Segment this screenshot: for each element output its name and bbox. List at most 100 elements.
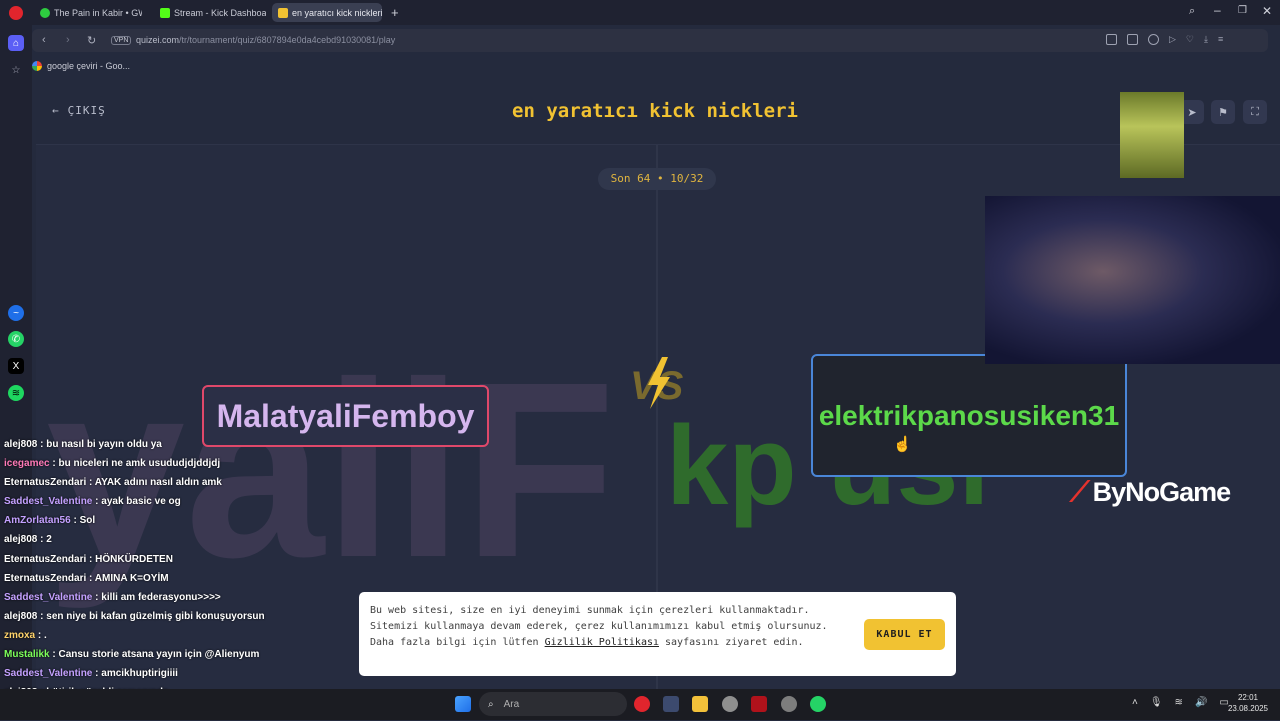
reload-icon[interactable]: ↻: [87, 34, 96, 47]
chat-text: 2: [46, 534, 52, 546]
spotify-icon: [40, 7, 50, 18]
vpn-badge[interactable]: VPN: [111, 36, 132, 45]
tab-bar: The Pain in Kabir • GW Stream - Kick Das…: [0, 0, 1280, 25]
new-tab-icon[interactable]: +: [391, 5, 399, 20]
url-path: /tr/tournament/quiz/6807894e0da4cebd9103…: [179, 35, 396, 45]
camera-icon[interactable]: [1127, 34, 1138, 45]
tab-1[interactable]: The Pain in Kabir • GW: [34, 3, 142, 22]
whatsapp-taskbar-icon[interactable]: [810, 696, 826, 712]
volume-icon[interactable]: 🔊: [1195, 697, 1207, 708]
accept-cookies-button[interactable]: KABUL ET: [864, 619, 945, 650]
option-right[interactable]: elektrikpanosusiken31: [811, 354, 1127, 477]
chevron-up-icon[interactable]: ˄: [1132, 697, 1138, 708]
close-icon[interactable]: ✕: [1262, 4, 1272, 18]
vs-icon: VS: [630, 357, 684, 409]
search-icon: ⌕: [488, 698, 494, 710]
microphone-icon[interactable]: 🎙: [1150, 697, 1163, 708]
chat-username: EternatusZendari: [4, 572, 87, 584]
bookmark-label: google çeviri - Goo...: [47, 61, 131, 71]
spotify-sidebar-icon[interactable]: ≋: [8, 385, 24, 401]
quizei-icon: [278, 7, 288, 18]
system-tray: ˄ 🎙 ≋ 🔊 ▭: [1132, 697, 1229, 708]
search-tabs-icon[interactable]: ⌕: [1189, 5, 1195, 18]
report-button[interactable]: ⚑: [1211, 100, 1235, 124]
fullscreen-button[interactable]: ⛶: [1243, 100, 1267, 124]
taskbar-clock[interactable]: 22:01 23.08.2025: [1222, 692, 1274, 714]
restore-icon[interactable]: ❐: [1238, 5, 1247, 16]
streamer-sticker: [1120, 92, 1184, 178]
option-left-label: MalatyaliFemboy: [216, 397, 475, 434]
file-explorer-icon[interactable]: [692, 696, 708, 712]
chat-text: AYAK adını nasıl aldın amk: [94, 477, 222, 489]
download-icon[interactable]: ⤓: [1204, 34, 1208, 46]
tab-label: The Pain in Kabir • GW: [54, 7, 142, 18]
chat-overlay: alej808 : bu nasıl bi yayın oldu ya icega…: [4, 435, 344, 721]
steam-icon[interactable]: [781, 696, 797, 712]
wifi-icon[interactable]: ≋: [1175, 697, 1183, 708]
chat-message: AmZorlatan56 : Sol: [4, 515, 96, 527]
home-icon[interactable]: ⌂: [8, 35, 24, 51]
kick-icon: [160, 7, 170, 18]
sponsor-label: ByNoGame: [1092, 477, 1232, 507]
bookmark-item[interactable]: google çeviri - Goo...: [32, 57, 130, 75]
url-text[interactable]: quizei.com/tr/tournament/quiz/6807894e0d…: [136, 35, 395, 45]
chat-message: Saddest_Valentine : killi am federasyonu…: [4, 591, 221, 603]
store-icon[interactable]: [663, 696, 679, 712]
chat-text: Sol: [79, 515, 96, 527]
chat-message: Mustalikk : Cansu storie atsana yayın iç…: [4, 649, 260, 661]
clock-time: 22:01: [1237, 693, 1259, 702]
chat-text: AMINA K=OYİM: [94, 572, 169, 584]
chat-username: Saddest_Valentine: [4, 591, 93, 603]
google-icon: [32, 61, 42, 71]
chat-username: Saddest_Valentine: [4, 496, 93, 508]
windows-start-icon[interactable]: [455, 696, 471, 712]
clock-date: 23.08.2025: [1227, 704, 1269, 713]
option-right-label: elektrikpanosusiken31: [818, 399, 1120, 431]
arrow-left-icon: ←: [52, 104, 60, 117]
xbox-icon[interactable]: [722, 696, 738, 712]
chat-username: alej808: [4, 610, 38, 622]
star-icon[interactable]: ☆: [8, 62, 24, 78]
opera-logo-icon[interactable]: [9, 6, 23, 20]
chat-text: ayak basic ve og: [101, 496, 181, 508]
extension-icon[interactable]: [1148, 34, 1159, 45]
bynogame-icon: ⟋: [1070, 476, 1090, 507]
chat-message: alej808 : 2: [4, 534, 52, 546]
exit-button[interactable]: ← ÇIKIŞ: [52, 104, 106, 117]
url-domain: quizei.com: [136, 35, 180, 45]
taskbar-search[interactable]: ⌕ Ara: [479, 692, 627, 716]
whatsapp-icon[interactable]: ✆: [8, 331, 24, 347]
messenger-icon[interactable]: ~: [8, 305, 24, 321]
hand-cursor-icon: ☝: [893, 436, 912, 453]
tab-label: Stream - Kick Dashboard: [174, 7, 266, 18]
address-actions: ▷ ♡ ⤓ ≡: [1106, 34, 1246, 46]
tab-label: en yaratıcı kick nickleri - Q: [292, 7, 382, 18]
chat-message: Saddest_Valentine : amcikhuptirigiiii: [4, 668, 178, 680]
chat-text: HÖNKÜRDETEN: [95, 553, 173, 565]
chat-message: alej808 : sen niye bi kafan güzelmiş gib…: [4, 610, 265, 622]
chat-username: AmZorlatan56: [4, 515, 71, 527]
cookie-text-end: sayfasını ziyaret edin.: [659, 637, 804, 648]
minimize-icon[interactable]: –: [1214, 3, 1221, 17]
privacy-policy-link[interactable]: Gizlilik Politikası: [545, 637, 659, 648]
edit-icon[interactable]: [1106, 34, 1117, 45]
x-icon[interactable]: X: [8, 358, 24, 374]
tab-2[interactable]: Stream - Kick Dashboard: [154, 3, 266, 22]
chat-text: killi am federasyonu>>>>: [101, 591, 221, 603]
back-icon[interactable]: ‹: [42, 34, 46, 46]
forward-icon[interactable]: ›: [66, 34, 70, 46]
netflix-icon[interactable]: [751, 696, 767, 712]
opera-taskbar-icon[interactable]: [634, 696, 650, 712]
chat-text: amcikhuptirigiiii: [101, 668, 178, 680]
tab-3[interactable]: en yaratıcı kick nickleri - Q: [272, 3, 382, 22]
exit-label: ÇIKIŞ: [67, 104, 106, 117]
chat-message: alej808 : bu nasıl bi yayın oldu ya: [4, 439, 162, 450]
cookie-text: Bu web sitesi, size en iyi deneyimi sunm…: [370, 603, 850, 651]
chat-username: EternatusZendari: [4, 553, 87, 565]
heart-icon[interactable]: ♡: [1186, 34, 1194, 46]
menu-icon[interactable]: ≡: [1218, 34, 1223, 46]
chat-message: icegamec : bu niceleri ne amk usududjdjd…: [4, 458, 221, 470]
play-icon[interactable]: ▷: [1169, 34, 1176, 46]
chat-username: alej808: [4, 439, 38, 450]
chat-username: alej808: [4, 534, 38, 546]
